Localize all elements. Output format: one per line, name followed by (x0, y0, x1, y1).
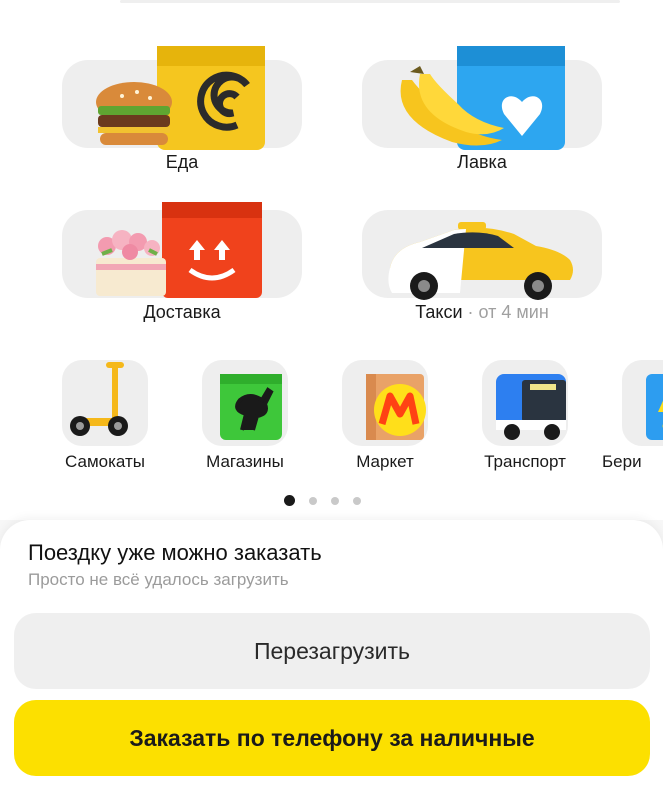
service-tile-dostavka[interactable]: Доставка (62, 202, 302, 340)
page-indicator (284, 495, 361, 506)
page-dot[interactable] (309, 496, 317, 505)
service-label-dostavka: Доставка (143, 302, 221, 322)
shortcut-label: Самокаты (65, 452, 145, 471)
taxi-car-icon (388, 222, 573, 300)
shortcut-label: Бери (602, 452, 642, 471)
scooter-icon (70, 362, 128, 436)
service-label-eda: Еда (165, 152, 199, 172)
sheet-title: Поездку уже можно заказать (28, 540, 322, 565)
shortcut-shops[interactable]: Магазины (182, 360, 302, 480)
service-tile-lavka[interactable]: Лавка (362, 46, 602, 190)
service-label-lavka: Лавка (457, 152, 507, 172)
order-by-phone-button[interactable]: Заказать по телефону за наличные (14, 700, 650, 776)
service-tile-taxi[interactable]: Такси · от 4 мин (362, 210, 602, 340)
shortcut-label: Магазины (206, 452, 284, 471)
sheet-subtitle: Просто не всё удалось загрузить (28, 570, 289, 589)
reload-button[interactable]: Перезагрузить (14, 613, 650, 689)
powerbank-icon (646, 374, 663, 440)
page-dot[interactable] (331, 496, 339, 505)
shortcut-market[interactable]: Маркет (322, 360, 442, 480)
ostrich-bag-icon (220, 374, 282, 440)
divider (120, 0, 620, 3)
service-label-taxi: Такси · от 4 мин (362, 302, 602, 323)
service-tile-eda[interactable]: Еда (62, 46, 302, 190)
shortcut-transport[interactable]: Транспорт (462, 360, 582, 480)
shortcut-label: Транспорт (484, 452, 566, 471)
page-dot-active[interactable] (284, 495, 295, 506)
burger-bag-icon (96, 46, 265, 150)
bus-icon (496, 374, 566, 440)
error-bottom-sheet: Поездку уже можно заказать Просто не всё… (0, 520, 663, 800)
shortcut-label: Маркет (356, 452, 414, 471)
page-dot[interactable] (353, 496, 361, 505)
shortcut-powerbank[interactable]: Бери (602, 360, 663, 480)
market-m-icon (366, 374, 426, 440)
taxi-eta: · от 4 мин (467, 302, 549, 322)
shortcut-scooters[interactable]: Самокаты (42, 360, 162, 480)
taxi-title: Такси (415, 302, 463, 322)
flowers-box-icon (96, 202, 262, 298)
banana-bag-icon (400, 46, 565, 150)
